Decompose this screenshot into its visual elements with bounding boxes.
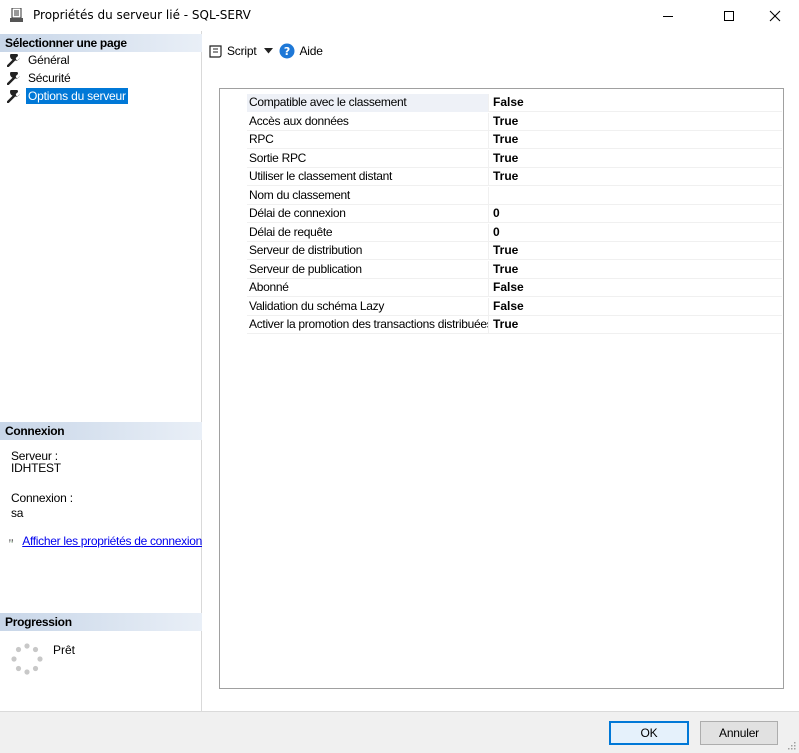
- maximize-button[interactable]: [706, 0, 752, 31]
- connection-header: Connexion: [0, 422, 202, 440]
- connection-properties-icon: [9, 539, 13, 543]
- property-value[interactable]: True: [493, 150, 518, 168]
- help-icon: ?: [279, 43, 295, 59]
- property-row[interactable]: Activer la promotion des transactions di…: [247, 316, 782, 334]
- close-icon: [769, 10, 781, 21]
- view-connection-properties-link[interactable]: Afficher les propriétés de connexion: [22, 534, 202, 548]
- property-name: Nom du classement: [247, 187, 489, 205]
- property-row[interactable]: Nom du classement: [247, 187, 782, 205]
- page-item-security[interactable]: Sécurité: [0, 69, 202, 87]
- property-name: Délai de connexion: [247, 205, 489, 223]
- property-row[interactable]: Serveur de distribution True: [247, 242, 782, 260]
- property-value[interactable]: True: [493, 316, 518, 334]
- dialog-button-bar: OK Annuler: [0, 711, 799, 753]
- connection-value: sa: [11, 506, 24, 520]
- window-title: Propriétés du serveur lié - SQL-SERV: [33, 8, 251, 22]
- property-value[interactable]: True: [493, 261, 518, 279]
- property-name: Sortie RPC: [247, 150, 489, 168]
- close-button[interactable]: [752, 0, 798, 31]
- ok-button[interactable]: OK: [609, 721, 689, 745]
- page-item-server-options[interactable]: Options du serveur: [0, 87, 202, 105]
- wrench-icon: [7, 71, 20, 85]
- property-name: Compatible avec le classement: [247, 94, 489, 112]
- select-page-header: Sélectionner une page: [0, 34, 202, 52]
- property-row[interactable]: Validation du schéma Lazy False: [247, 298, 782, 316]
- property-value[interactable]: False: [493, 279, 524, 297]
- property-value[interactable]: 0: [493, 224, 500, 242]
- property-row[interactable]: Utiliser le classement distant True: [247, 168, 782, 186]
- property-name: Serveur de publication: [247, 261, 489, 279]
- help-button[interactable]: ? Aide: [279, 43, 323, 59]
- progress-status: Prêt: [53, 643, 76, 657]
- property-value[interactable]: False: [493, 298, 524, 316]
- property-name: Serveur de distribution: [247, 242, 489, 260]
- property-name: Validation du schéma Lazy: [247, 298, 489, 316]
- view-connection-properties-row: Afficher les propriétés de connexion: [9, 534, 202, 548]
- wrench-icon: [7, 89, 20, 103]
- toolbar: Script ? Aide: [203, 38, 323, 64]
- property-grid[interactable]: Compatible avec le classement False Accè…: [219, 88, 784, 689]
- property-row[interactable]: Compatible avec le classement False: [247, 94, 782, 112]
- property-name: Utiliser le classement distant: [247, 168, 489, 186]
- minimize-icon: [663, 15, 673, 17]
- maximize-icon: [724, 10, 734, 21]
- progress-spinner-icon: [11, 643, 43, 675]
- property-row[interactable]: Délai de requête 0: [247, 224, 782, 242]
- svg-text:?: ?: [284, 45, 290, 58]
- page-item-label: Général: [28, 53, 70, 67]
- script-dropdown-chevron-icon[interactable]: [264, 48, 274, 54]
- property-name: Abonné: [247, 279, 489, 297]
- property-value[interactable]: False: [493, 94, 524, 112]
- property-name: Accès aux données: [247, 113, 489, 131]
- property-row[interactable]: Accès aux données True: [247, 113, 782, 131]
- property-value[interactable]: True: [493, 168, 518, 186]
- property-name: RPC: [247, 131, 489, 149]
- property-row[interactable]: Serveur de publication True: [247, 261, 782, 279]
- minimize-button[interactable]: [645, 0, 691, 31]
- script-button[interactable]: Script: [208, 44, 257, 59]
- property-value[interactable]: True: [493, 131, 518, 149]
- page-item-label: Sécurité: [28, 71, 71, 85]
- wrench-icon: [7, 53, 20, 67]
- server-value: IDHTEST: [11, 461, 61, 475]
- title-bar: Propriétés du serveur lié - SQL-SERV: [0, 0, 799, 31]
- property-value[interactable]: 0: [493, 205, 500, 223]
- property-name: Délai de requête: [247, 224, 489, 242]
- property-name: Activer la promotion des transactions di…: [247, 316, 489, 334]
- linked-server-app-icon: [10, 8, 23, 22]
- help-label: Aide: [299, 44, 323, 58]
- property-value[interactable]: True: [493, 242, 518, 260]
- property-row[interactable]: Sortie RPC True: [247, 150, 782, 168]
- property-value[interactable]: True: [493, 113, 518, 131]
- page-item-general[interactable]: Général: [0, 51, 202, 69]
- cancel-button[interactable]: Annuler: [700, 721, 778, 745]
- script-icon: [209, 44, 222, 58]
- resize-grip-icon[interactable]: [786, 740, 796, 750]
- left-pane: Sélectionner une page Général Sécurité O…: [0, 31, 202, 711]
- property-row[interactable]: Délai de connexion 0: [247, 205, 782, 223]
- property-row[interactable]: Abonné False: [247, 279, 782, 297]
- page-list: Général Sécurité Options du serveur: [0, 51, 202, 105]
- connection-label: Connexion :: [11, 491, 73, 505]
- page-item-label: Options du serveur: [26, 88, 128, 104]
- script-label: Script: [227, 44, 257, 58]
- property-row[interactable]: RPC True: [247, 131, 782, 149]
- progress-header: Progression: [0, 613, 202, 631]
